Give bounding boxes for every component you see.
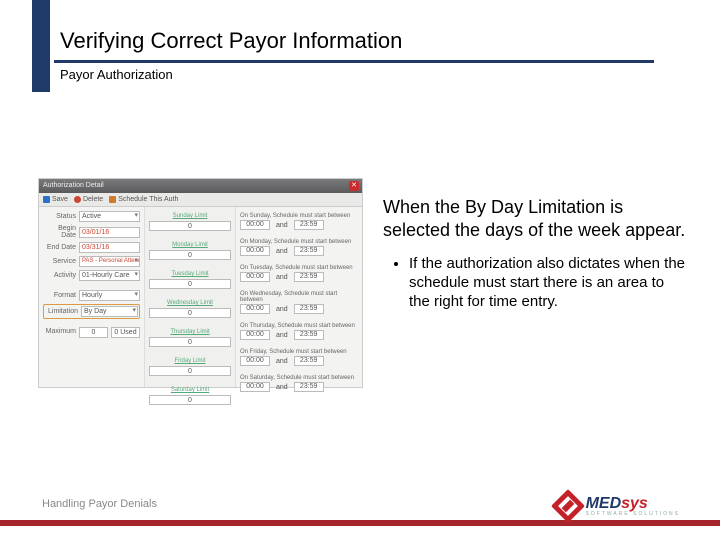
tuesday-sched-label: On Tuesday, Schedule must start between bbox=[240, 265, 358, 271]
close-icon[interactable]: ✕ bbox=[349, 181, 359, 191]
logo-tagline: SOFTWARE SOLUTIONS bbox=[586, 512, 680, 517]
wednesday-limit-label: Wednesday Limit bbox=[149, 300, 231, 306]
monday-limit-label: Monday Limit bbox=[149, 242, 231, 248]
content-text: When the By Day Limitation is selected t… bbox=[383, 196, 688, 311]
save-label: Save bbox=[52, 196, 68, 203]
format-field[interactable]: Hourly bbox=[79, 290, 140, 301]
slide: Verifying Correct Payor Information Payo… bbox=[0, 0, 720, 540]
lead-paragraph: When the By Day Limitation is selected t… bbox=[383, 196, 688, 241]
limitation-field[interactable]: By Day bbox=[81, 306, 138, 317]
thursday-to[interactable]: 23:59 bbox=[294, 330, 324, 340]
title-block: Verifying Correct Payor Information Payo… bbox=[54, 28, 654, 82]
limitation-highlight: LimitationBy Day bbox=[43, 304, 140, 319]
wednesday-limit-field[interactable]: 0 bbox=[149, 308, 231, 318]
sunday-from[interactable]: 00:00 bbox=[240, 220, 270, 230]
schedule-label: Schedule This Auth bbox=[118, 196, 178, 203]
saturday-sched-label: On Saturday, Schedule must start between bbox=[240, 375, 358, 381]
delete-label: Delete bbox=[83, 196, 103, 203]
schedule-icon bbox=[109, 196, 116, 203]
wednesday-to[interactable]: 23:59 bbox=[294, 304, 324, 314]
and-text: and bbox=[276, 222, 288, 229]
medsys-logo: MEDsys SOFTWARE SOLUTIONS bbox=[556, 494, 680, 518]
bullet-item: If the authorization also dictates when … bbox=[409, 255, 688, 311]
sunday-to[interactable]: 23:59 bbox=[294, 220, 324, 230]
form-left-column: StatusActive Begin Date03/01/16 End Date… bbox=[39, 207, 144, 387]
sunday-limit-label: Sunday Limit bbox=[149, 213, 231, 219]
footer-accent-line bbox=[0, 520, 720, 526]
schedule-button[interactable]: Schedule This Auth bbox=[109, 196, 178, 203]
wednesday-from[interactable]: 00:00 bbox=[240, 304, 270, 314]
begin-date-label: Begin Date bbox=[43, 225, 79, 239]
activity-field[interactable]: 01-Hourly Care bbox=[79, 270, 140, 281]
sunday-sched-label: On Sunday, Schedule must start between bbox=[240, 213, 358, 219]
maximum-value[interactable]: 0 bbox=[79, 327, 108, 338]
thursday-sched-label: On Thursday, Schedule must start between bbox=[240, 323, 358, 329]
status-label: Status bbox=[43, 213, 79, 220]
friday-sched-label: On Friday, Schedule must start between bbox=[240, 349, 358, 355]
logo-icon bbox=[551, 489, 585, 523]
saturday-to[interactable]: 23:59 bbox=[294, 382, 324, 392]
end-date-label: End Date bbox=[43, 244, 79, 251]
delete-button[interactable]: Delete bbox=[74, 196, 103, 203]
activity-label: Activity bbox=[43, 272, 79, 279]
tuesday-to[interactable]: 23:59 bbox=[294, 272, 324, 282]
end-date-field[interactable]: 03/31/16 bbox=[79, 242, 140, 253]
thursday-limit-label: Thursday Limit bbox=[149, 329, 231, 335]
monday-from[interactable]: 00:00 bbox=[240, 246, 270, 256]
thursday-from[interactable]: 00:00 bbox=[240, 330, 270, 340]
footer-label: Handling Payor Denials bbox=[42, 498, 157, 510]
wednesday-sched-label: On Wednesday, Schedule must start betwee… bbox=[240, 291, 358, 303]
save-button[interactable]: Save bbox=[43, 196, 68, 203]
window-title: Authorization Detail bbox=[43, 182, 104, 189]
friday-to[interactable]: 23:59 bbox=[294, 356, 324, 366]
service-field[interactable]: PAS - Personal Attendant Serv bbox=[79, 256, 140, 267]
begin-date-field[interactable]: 03/01/16 bbox=[79, 227, 140, 238]
limitation-label: Limitation bbox=[45, 308, 81, 315]
tuesday-limit-label: Tuesday Limit bbox=[149, 271, 231, 277]
bullet-list: If the authorization also dictates when … bbox=[383, 255, 688, 311]
saturday-limit-field[interactable]: 0 bbox=[149, 395, 231, 405]
maximum-label: Maximum bbox=[43, 328, 79, 335]
window-titlebar: Authorization Detail ✕ bbox=[39, 179, 362, 193]
window-body: StatusActive Begin Date03/01/16 End Date… bbox=[39, 207, 362, 387]
day-limits-column: Sunday Limit 0 Monday Limit 0 Tuesday Limi… bbox=[144, 207, 236, 387]
tuesday-from[interactable]: 00:00 bbox=[240, 272, 270, 282]
thursday-limit-field[interactable]: 0 bbox=[149, 337, 231, 347]
accent-bar bbox=[32, 0, 50, 92]
status-field[interactable]: Active bbox=[79, 211, 140, 222]
friday-limit-label: Friday Limit bbox=[149, 358, 231, 364]
page-subtitle: Payor Authorization bbox=[54, 67, 654, 82]
save-icon bbox=[43, 196, 50, 203]
saturday-from[interactable]: 00:00 bbox=[240, 382, 270, 392]
sunday-limit-field[interactable]: 0 bbox=[149, 221, 231, 231]
logo-brand-left: MED bbox=[586, 495, 622, 512]
toolbar: Save Delete Schedule This Auth bbox=[39, 193, 362, 207]
saturday-limit-label: Saturday Limit bbox=[149, 387, 231, 393]
authorization-detail-window: Authorization Detail ✕ Save Delete Sched… bbox=[38, 178, 363, 388]
friday-limit-field[interactable]: 0 bbox=[149, 366, 231, 376]
delete-icon bbox=[74, 196, 81, 203]
tuesday-limit-field[interactable]: 0 bbox=[149, 279, 231, 289]
page-title: Verifying Correct Payor Information bbox=[54, 28, 654, 63]
schedule-time-column: On Sunday, Schedule must start between00… bbox=[236, 207, 362, 387]
logo-text: MEDsys SOFTWARE SOLUTIONS bbox=[586, 496, 680, 517]
maximum-used: 0 Used bbox=[111, 327, 140, 338]
monday-to[interactable]: 23:59 bbox=[294, 246, 324, 256]
monday-sched-label: On Monday, Schedule must start between bbox=[240, 239, 358, 245]
friday-from[interactable]: 00:00 bbox=[240, 356, 270, 366]
format-label: Format bbox=[43, 292, 79, 299]
monday-limit-field[interactable]: 0 bbox=[149, 250, 231, 260]
logo-brand-right: sys bbox=[621, 495, 648, 512]
service-label: Service bbox=[43, 258, 79, 265]
